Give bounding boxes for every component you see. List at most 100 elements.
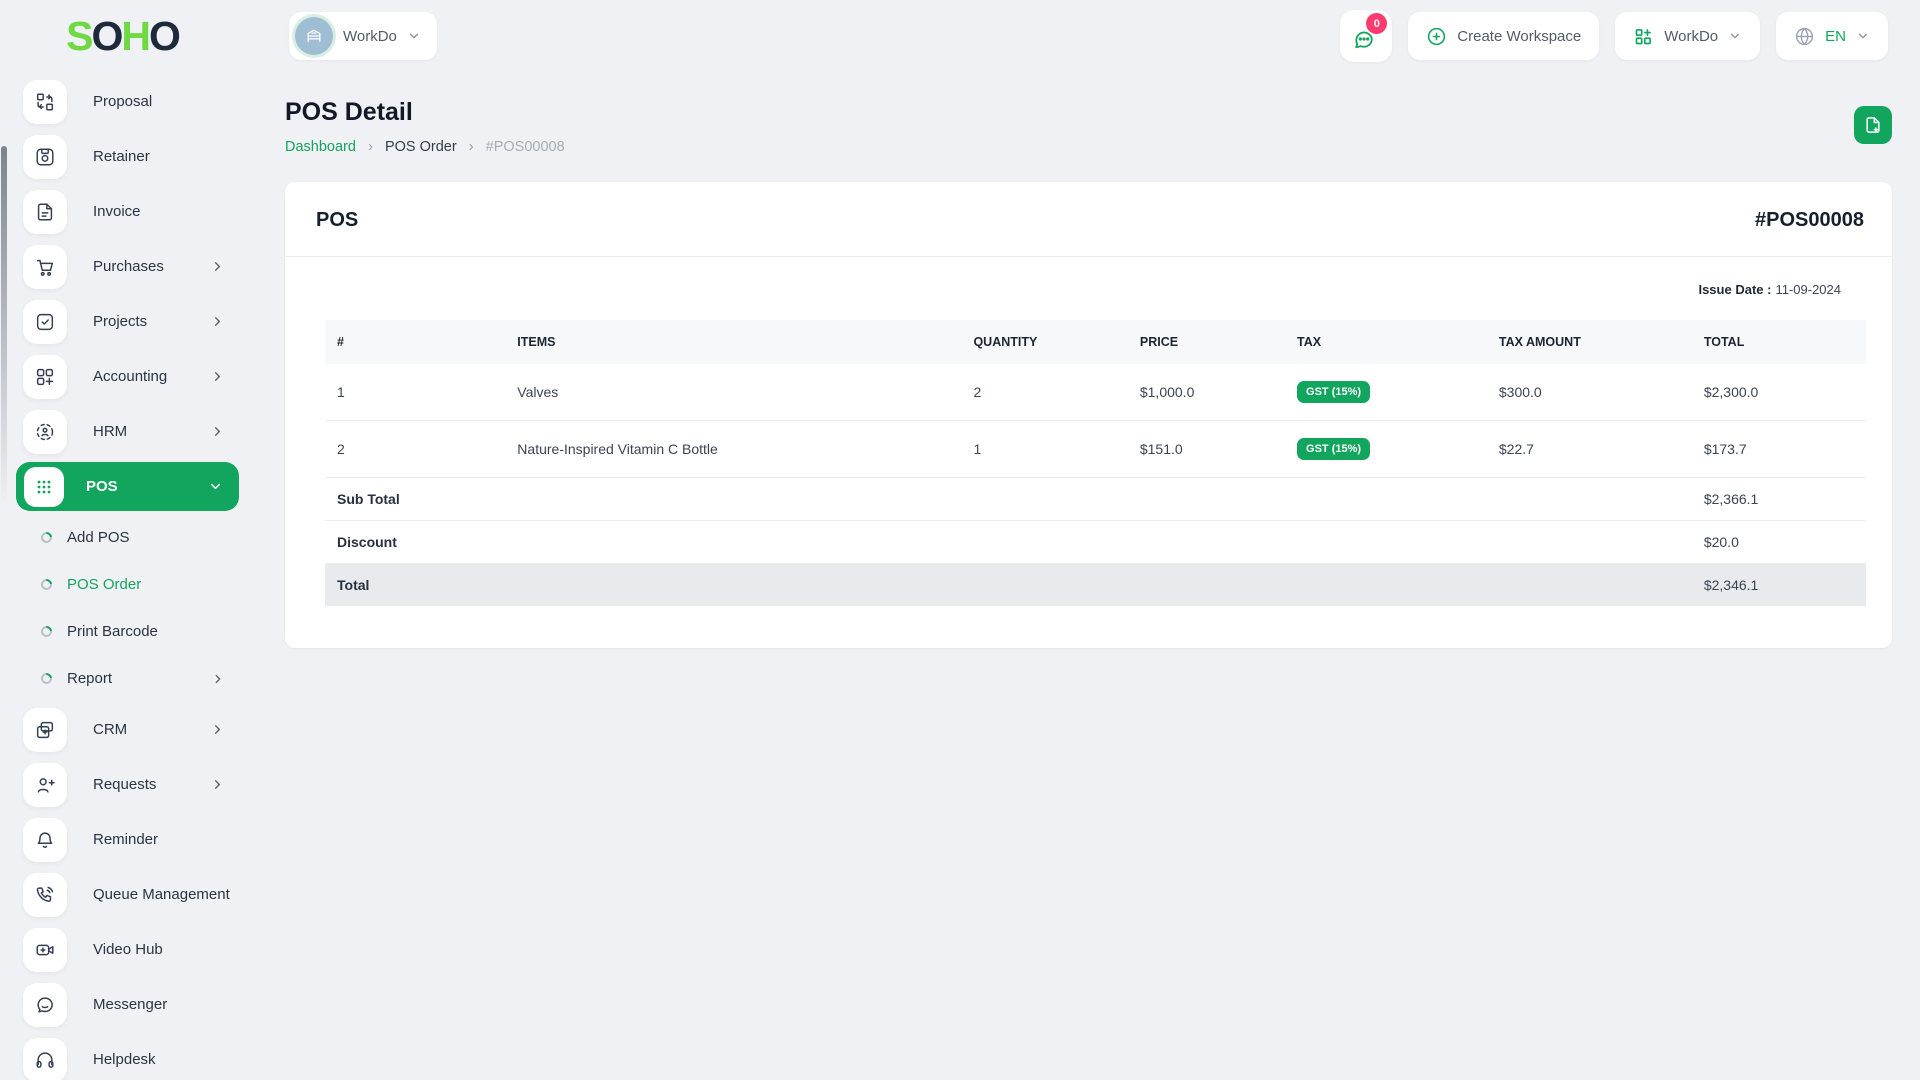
sidebar-item-label: Purchases (93, 258, 164, 275)
bell-icon (23, 818, 67, 862)
sidebar-item-purchases[interactable]: Purchases (0, 239, 245, 294)
sidebar-item-helpdesk[interactable]: Helpdesk (0, 1032, 245, 1080)
breadcrumb-pos-order-link[interactable]: POS Order (385, 139, 457, 155)
table-row: 2 Nature-Inspired Vitamin C Bottle 1 $15… (325, 421, 1866, 478)
cell-total: $173.7 (1692, 421, 1866, 478)
col-header-price: PRICE (1128, 320, 1285, 364)
sidebar-item-label: Proposal (93, 93, 152, 110)
notification-badge: 0 (1366, 13, 1387, 34)
sidebar-item-label: CRM (93, 721, 127, 738)
sidebar-item-accounting[interactable]: Accounting (0, 349, 245, 404)
app-switcher-label: WorkDo (1664, 28, 1718, 45)
cell-item: Nature-Inspired Vitamin C Bottle (505, 421, 961, 478)
sidebar-item-pos[interactable]: POS (16, 462, 239, 511)
col-header-tax-amount: TAX AMOUNT (1487, 320, 1692, 364)
chevron-right-icon (210, 777, 225, 792)
projects-icon (23, 300, 67, 344)
grid-plus-icon (1633, 26, 1654, 47)
cell-total: $2,300.0 (1692, 364, 1866, 421)
sidebar-item-queue-management[interactable]: Queue Management (0, 867, 245, 922)
issue-date-value: 11-09-2024 (1775, 282, 1841, 297)
chevron-right-icon (210, 369, 225, 384)
sidebar-item-crm[interactable]: CRM (0, 702, 245, 757)
create-invoice-button[interactable] (1854, 106, 1892, 144)
video-camera-icon (23, 928, 67, 972)
app-switcher-button[interactable]: WorkDo (1615, 12, 1760, 60)
sidebar-subitem-report[interactable]: Report (0, 655, 245, 702)
chevron-down-icon (1856, 29, 1870, 43)
chevron-down-icon (407, 29, 421, 43)
cell-tax: GST (15%) (1285, 364, 1487, 421)
col-header-quantity: QUANTITY (961, 320, 1127, 364)
cell-no: 2 (325, 421, 505, 478)
purchases-icon (23, 245, 67, 289)
create-workspace-label: Create Workspace (1457, 28, 1581, 45)
sidebar-item-proposal[interactable]: Proposal (0, 74, 245, 129)
sidebar-subitem-add-pos[interactable]: Add POS (0, 514, 245, 561)
empty-cell (505, 521, 1692, 564)
cell-tax-amount: $22.7 (1487, 421, 1692, 478)
subtotal-row: Sub Total $2,366.1 (325, 478, 1866, 521)
discount-row: Discount $20.0 (325, 521, 1866, 564)
total-row: Total $2,346.1 (325, 564, 1866, 607)
workspace-name: WorkDo (343, 28, 397, 45)
create-workspace-button[interactable]: Create Workspace (1408, 12, 1599, 60)
workspace-avatar (295, 17, 333, 55)
proposal-icon (23, 80, 67, 124)
items-table-wrapper: # ITEMS QUANTITY PRICE TAX TAX AMOUNT TO… (285, 320, 1892, 648)
brand-logo: SOHO (0, 16, 245, 57)
chevron-right-icon: › (368, 138, 373, 155)
issue-date-row: Issue Date : 11-09-2024 (285, 257, 1892, 320)
sidebar-item-label: Requests (93, 776, 156, 793)
pos-number: #POS00008 (1755, 209, 1864, 232)
page-header: POS Detail Dashboard › POS Order › #POS0… (285, 98, 1892, 155)
sidebar-item-label: HRM (93, 423, 127, 440)
sidebar-item-retainer[interactable]: Retainer (0, 129, 245, 184)
breadcrumb: Dashboard › POS Order › #POS00008 (285, 138, 565, 155)
hrm-icon (23, 410, 67, 454)
sidebar-subitem-print-barcode[interactable]: Print Barcode (0, 608, 245, 655)
cell-price: $1,000.0 (1128, 364, 1285, 421)
sidebar-item-video-hub[interactable]: Video Hub (0, 922, 245, 977)
retainer-icon (23, 135, 67, 179)
messages-button[interactable]: 0 (1340, 10, 1392, 62)
col-header-items: ITEMS (505, 320, 961, 364)
language-selector[interactable]: EN (1776, 12, 1888, 60)
pos-items-table: # ITEMS QUANTITY PRICE TAX TAX AMOUNT TO… (325, 320, 1866, 606)
cell-item: Valves (505, 364, 961, 421)
sidebar-item-label: Messenger (93, 996, 167, 1013)
language-code: EN (1825, 28, 1846, 45)
issue-date-label: Issue Date : (1698, 282, 1771, 297)
workspace-selector[interactable]: WorkDo (289, 12, 437, 60)
sidebar-subitem-label: Report (67, 670, 112, 687)
chevron-down-icon (208, 479, 223, 494)
col-header-total: TOTAL (1692, 320, 1866, 364)
phone-call-icon (23, 873, 67, 917)
sidebar-item-requests[interactable]: Requests (0, 757, 245, 812)
sidebar-item-projects[interactable]: Projects (0, 294, 245, 349)
requests-icon (23, 763, 67, 807)
col-header-no: # (325, 320, 505, 364)
sidebar-item-label: Accounting (93, 368, 167, 385)
sidebar-item-hrm[interactable]: HRM (0, 404, 245, 459)
sidebar-item-label: Projects (93, 313, 147, 330)
sidebar-subitem-pos-order[interactable]: POS Order (0, 561, 245, 608)
subtotal-label: Sub Total (325, 478, 505, 521)
soho-logo: SOHO (66, 16, 179, 57)
sidebar-item-invoice[interactable]: Invoice (0, 184, 245, 239)
chevron-right-icon (210, 259, 225, 274)
pos-icon (24, 467, 64, 507)
cell-quantity: 1 (961, 421, 1127, 478)
cell-tax: GST (15%) (1285, 421, 1487, 478)
sidebar-scrollbar[interactable] (1, 146, 7, 506)
breadcrumb-dashboard-link[interactable]: Dashboard (285, 139, 356, 155)
pos-detail-card: POS #POS00008 Issue Date :11-09-2024 # I… (285, 182, 1892, 648)
sidebar-item-label: Reminder (93, 831, 158, 848)
sidebar-item-reminder[interactable]: Reminder (0, 812, 245, 867)
sidebar-item-label: Helpdesk (93, 1051, 156, 1068)
building-icon (304, 26, 324, 46)
sidebar-item-messenger[interactable]: Messenger (0, 977, 245, 1032)
plus-circle-icon (1426, 26, 1447, 47)
headphones-icon (23, 1038, 67, 1080)
total-label: Total (325, 564, 505, 607)
